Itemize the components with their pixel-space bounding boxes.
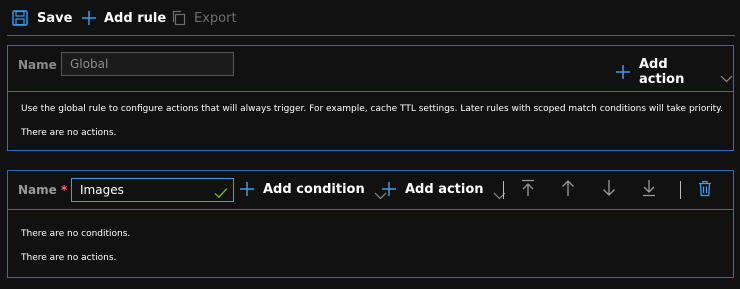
images-no-actions-text: There are no actions. [21, 253, 117, 263]
no-conditions-text: There are no conditions. [21, 229, 131, 239]
move-to-top-button[interactable] [518, 179, 538, 201]
delete-rule-button[interactable] [695, 180, 715, 200]
images-name-label: Name * [18, 183, 68, 197]
toolbar-separator [680, 181, 681, 199]
global-rule-header: Name Add action [8, 46, 733, 92]
trash-icon [698, 180, 712, 201]
command-bar: Save Add rule Export [0, 0, 740, 36]
toolbar-divider [7, 35, 735, 36]
global-add-action-label: Add action [639, 57, 685, 87]
toolbar-separator [503, 181, 504, 199]
images-add-action-label: Add action [405, 181, 484, 197]
global-no-actions-text: There are no actions. [21, 128, 117, 138]
global-rule-card: Name Add action Use the global rule to c… [7, 45, 734, 151]
export-button[interactable]: Export [171, 8, 237, 28]
plus-icon [615, 64, 631, 80]
move-to-bottom-button[interactable] [639, 180, 659, 200]
images-add-action-button[interactable]: Add action [381, 181, 506, 200]
arrow-down-icon [602, 179, 616, 201]
add-rule-button[interactable]: Add rule [81, 8, 166, 28]
global-add-action-button[interactable]: Add action [615, 57, 733, 87]
save-icon [12, 10, 28, 26]
move-to-bottom-icon [642, 179, 656, 201]
save-label: Save [37, 10, 73, 26]
add-condition-label: Add condition [263, 181, 365, 197]
required-marker: * [60, 183, 68, 197]
move-up-button[interactable] [558, 180, 578, 200]
global-rule-description: Use the global rule to configure actions… [21, 104, 724, 114]
chevron-down-icon [720, 68, 733, 83]
images-name-input[interactable] [71, 178, 234, 202]
save-button[interactable]: Save [12, 8, 72, 28]
copy-icon [171, 10, 187, 26]
arrow-up-icon [561, 179, 575, 201]
plus-icon [381, 181, 397, 197]
images-rule-card: Name * Add condition Add action [7, 170, 734, 278]
checkmark-icon [214, 184, 228, 198]
export-label: Export [194, 10, 237, 26]
add-rule-label: Add rule [104, 10, 167, 26]
plus-icon [239, 181, 255, 197]
add-condition-button[interactable]: Add condition [239, 181, 387, 200]
global-name-input[interactable] [61, 52, 234, 76]
plus-icon [81, 10, 97, 26]
images-rule-header: Name * Add condition Add action [8, 171, 733, 210]
global-name-label: Name [18, 58, 57, 72]
move-down-button[interactable] [599, 180, 619, 200]
move-to-top-icon [521, 179, 535, 201]
